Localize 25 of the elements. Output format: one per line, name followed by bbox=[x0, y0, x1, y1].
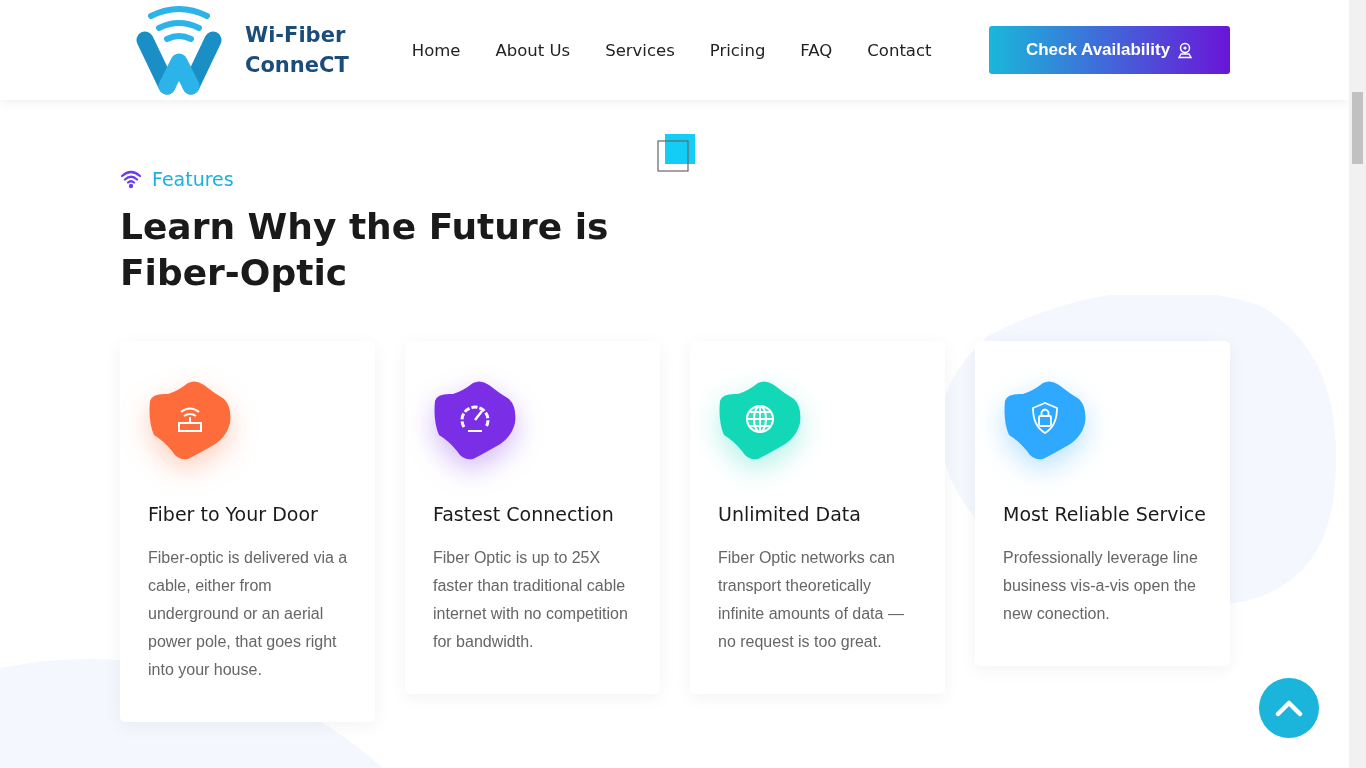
nav-link[interactable]: Contact bbox=[867, 40, 932, 60]
squares-decoration bbox=[657, 134, 695, 172]
wifi-icon bbox=[120, 169, 142, 189]
nav-link[interactable]: Services bbox=[605, 40, 675, 60]
back-to-top-button[interactable] bbox=[1259, 678, 1319, 738]
card-text: Fiber-optic is delivered via a cable, either from underground or an aerial power pole, that goes right into your house. bbox=[148, 548, 349, 680]
chevron-up-icon bbox=[1275, 699, 1303, 717]
card-text: Fiber Optic is up to 25X faster than traditional cable internet with no competition for bandwidth. bbox=[433, 548, 629, 652]
card-title: Fastest Connection bbox=[433, 502, 615, 527]
card-title: Fiber to Your Door bbox=[148, 502, 319, 527]
logo-text[interactable]: Wi-Fiber bbox=[245, 20, 349, 50]
nav-link[interactable]: About Us bbox=[495, 40, 571, 60]
card-title: Unlimited Data bbox=[718, 502, 862, 527]
nav-link[interactable]: FAQ bbox=[800, 40, 833, 60]
card-text: Professionally leverage line business vis-a-vis open the new conection. bbox=[1003, 548, 1199, 624]
location-pin-icon bbox=[1177, 41, 1194, 59]
scrollbar-thumb[interactable] bbox=[1352, 92, 1363, 164]
section-heading: Learn Why the Future is Fiber-Optic bbox=[120, 205, 610, 295]
nav-link[interactable]: Home bbox=[411, 40, 461, 60]
nav-link[interactable]: Pricing bbox=[709, 40, 766, 60]
check-availability-button[interactable]: Check Availability bbox=[989, 26, 1230, 74]
section-eyebrow: Features bbox=[152, 168, 234, 190]
card-text: Fiber Optic networks can transport theoretically infinite amounts of data — no request is too great. bbox=[718, 548, 905, 652]
card-title: Most Reliable Service bbox=[1003, 502, 1206, 527]
logo-text[interactable]: ConneCT bbox=[245, 50, 349, 80]
